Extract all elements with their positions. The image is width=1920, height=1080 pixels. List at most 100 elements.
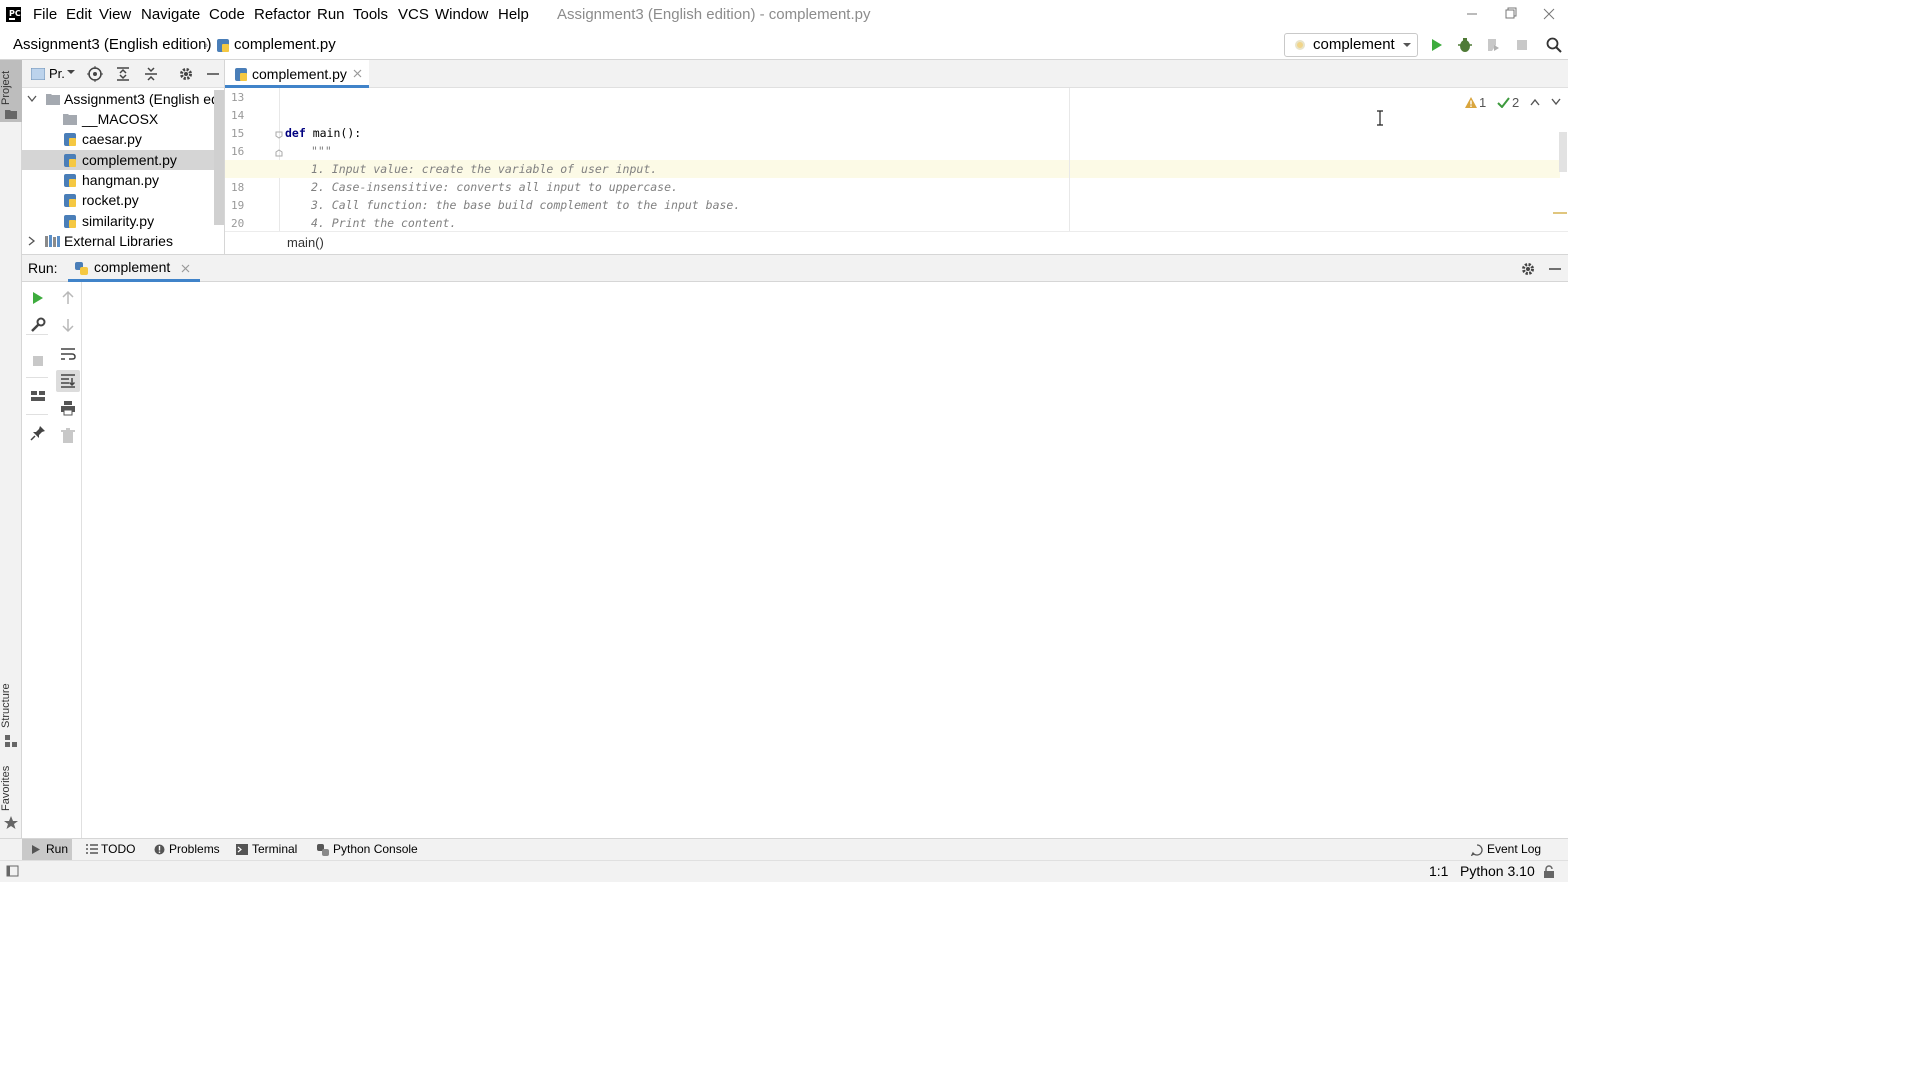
menu-run[interactable]: Run — [317, 6, 345, 23]
debug-icon[interactable] — [1457, 37, 1473, 53]
run-console-output[interactable] — [83, 282, 1568, 838]
restore-window-icon[interactable] — [1500, 5, 1520, 23]
pycharm-logo-icon: PC — [6, 7, 21, 22]
tree-item-label: caesar.py — [82, 131, 142, 147]
tree-item-macosx[interactable]: __MACOSX — [22, 109, 224, 129]
lock-icon[interactable] — [1543, 865, 1555, 878]
tree-item-label: rocket.py — [82, 192, 139, 208]
list-icon — [86, 844, 98, 855]
favorites-tool-tab[interactable]: Favorites — [0, 764, 22, 834]
toolbar-separator — [26, 414, 48, 415]
tree-item-external-libraries[interactable]: External Libraries — [22, 231, 224, 251]
breadcrumb-project[interactable]: Assignment3 (English edition) — [13, 36, 211, 53]
code-line-def[interactable]: def main(): — [285, 126, 361, 140]
breadcrumb-function[interactable]: main() — [287, 235, 324, 250]
close-tab-icon[interactable] — [353, 69, 362, 78]
run-with-coverage-icon[interactable] — [1485, 37, 1501, 53]
fold-end-icon[interactable] — [275, 149, 283, 157]
code-line-18[interactable]: 2. Case-insensitive: converts all input … — [311, 180, 678, 194]
run-tab-complement[interactable]: complement — [68, 255, 200, 282]
tree-item-similarity[interactable]: similarity.py — [22, 211, 224, 231]
menu-tools[interactable]: Tools — [353, 6, 388, 23]
line-number: 20 — [231, 217, 245, 230]
menu-navigate[interactable]: Navigate — [141, 6, 200, 23]
python-file-icon — [217, 39, 229, 52]
folder-icon — [63, 113, 77, 125]
menu-code[interactable]: Code — [209, 6, 245, 23]
search-icon[interactable] — [1546, 37, 1562, 53]
expand-all-icon[interactable] — [115, 66, 131, 82]
tree-item-complement[interactable]: complement.py — [22, 150, 224, 170]
menu-help[interactable]: Help — [498, 6, 529, 23]
minimize-window-icon[interactable] — [1462, 5, 1482, 23]
python-interpreter[interactable]: Python 3.10 — [1460, 863, 1535, 879]
chevron-down-icon — [27, 95, 37, 103]
tool-button-run[interactable]: Run — [22, 839, 72, 860]
run-window-label: Run: — [28, 260, 58, 276]
scroll-to-end-toggle[interactable] — [56, 370, 80, 392]
menu-window[interactable]: Window — [435, 6, 488, 23]
wrench-icon[interactable] — [30, 317, 46, 333]
gear-icon[interactable] — [178, 66, 194, 82]
tree-item-label: Assignment3 (English editi — [64, 91, 225, 107]
code-line-19[interactable]: 3. Call function: the base build complem… — [311, 198, 740, 212]
code-line-docstring-open[interactable]: """ — [311, 144, 332, 158]
run-config-label: complement — [1313, 36, 1395, 53]
left-tool-stripe: Project Structure Favorites — [0, 60, 22, 860]
line-number: 18 — [231, 181, 245, 194]
code-text: main(): — [305, 126, 362, 140]
tree-item-label: __MACOSX — [82, 111, 159, 127]
print-icon[interactable] — [60, 400, 76, 416]
tab-complement-py[interactable]: complement.py — [225, 60, 369, 88]
project-scrollbar[interactable] — [214, 90, 224, 225]
run-tab-label: complement — [94, 259, 171, 275]
next-highlight-icon[interactable] — [1551, 98, 1561, 106]
tree-item-project-root[interactable]: Assignment3 (English editi — [22, 89, 225, 109]
tool-label: Python Console — [333, 842, 418, 856]
stop-icon[interactable] — [30, 353, 46, 369]
hide-panel-icon[interactable] — [206, 66, 220, 82]
code-line-17[interactable]: 1. Input value: create the variable of u… — [311, 162, 657, 176]
previous-highlight-icon[interactable] — [1530, 98, 1540, 106]
folder-icon — [46, 93, 60, 105]
breadcrumb-file[interactable]: complement.py — [234, 36, 336, 53]
event-log-icon — [1471, 844, 1483, 856]
arrow-down-icon[interactable] — [60, 317, 76, 333]
menu-refactor[interactable]: Refactor — [254, 6, 311, 23]
tree-item-hangman[interactable]: hangman.py — [22, 170, 224, 190]
menu-edit[interactable]: Edit — [66, 6, 92, 23]
collapse-all-icon[interactable] — [143, 66, 159, 82]
editor-breadcrumb-bar: main() — [225, 231, 1568, 254]
status-bar: 1:1 Python 3.10 — [0, 860, 1568, 882]
run-configuration-select[interactable]: complement — [1284, 33, 1418, 57]
warning-marker[interactable] — [1553, 212, 1567, 214]
tool-windows-toggle-icon[interactable] — [6, 865, 20, 878]
soft-wrap-icon[interactable] — [60, 346, 76, 362]
layout-icon[interactable] — [30, 388, 46, 404]
stop-icon[interactable] — [1514, 37, 1530, 53]
editor-scrollbar[interactable] — [1559, 132, 1567, 172]
menu-vcs[interactable]: VCS — [398, 6, 429, 23]
run-icon[interactable] — [1429, 37, 1445, 53]
gear-icon[interactable] — [1520, 261, 1536, 277]
arrow-up-icon[interactable] — [60, 290, 76, 306]
close-tab-icon[interactable] — [181, 264, 190, 273]
locate-file-icon[interactable] — [87, 66, 103, 82]
project-tool-tab[interactable]: Project — [0, 60, 22, 122]
project-view-select[interactable]: Pr. — [49, 66, 65, 81]
pin-icon[interactable] — [30, 425, 46, 441]
structure-tool-tab[interactable]: Structure — [0, 680, 22, 750]
caret-position[interactable]: 1:1 — [1429, 863, 1448, 879]
tree-item-rocket[interactable]: rocket.py — [22, 190, 224, 210]
menu-view[interactable]: View — [99, 6, 131, 23]
close-window-icon[interactable] — [1539, 5, 1559, 23]
tool-label: Run — [46, 842, 69, 856]
scroll-to-end-icon — [60, 373, 76, 389]
fold-icon[interactable] — [275, 131, 283, 139]
hide-panel-icon[interactable] — [1548, 261, 1562, 277]
code-line-20[interactable]: 4. Print the content. — [311, 216, 456, 230]
rerun-icon[interactable] — [30, 290, 46, 306]
trash-icon[interactable] — [60, 428, 76, 444]
menu-file[interactable]: File — [33, 6, 57, 23]
tree-item-caesar[interactable]: caesar.py — [22, 129, 224, 149]
